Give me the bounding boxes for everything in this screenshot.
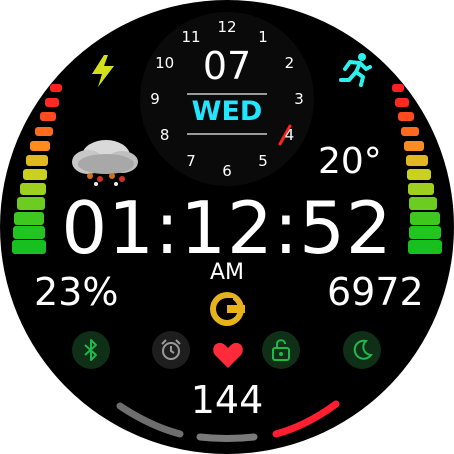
watch-face: 12 1 2 3 4 5 6 7 8 9 10 11 07 WED 20° 01:12:52 AM 2… [0,0,454,454]
arc-segment-right [272,400,340,438]
arc-segment-left [116,402,184,438]
arc-segment-middle [196,433,258,442]
bottom-arc [116,400,340,442]
